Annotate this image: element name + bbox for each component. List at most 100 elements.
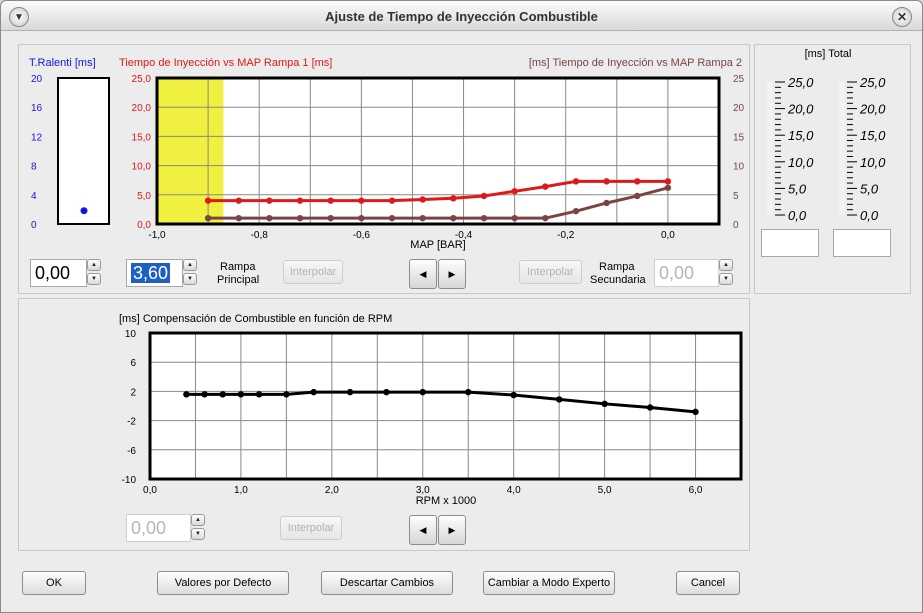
map-series-point-1[interactable] xyxy=(358,197,365,204)
map-series-point-2[interactable] xyxy=(634,192,641,200)
map-series-point-2[interactable] xyxy=(419,214,426,222)
interpolar-rpm-button[interactable]: Interpolar xyxy=(280,516,342,540)
map-series-point-1[interactable] xyxy=(450,195,457,202)
map-series-point-2[interactable] xyxy=(204,214,212,222)
map-y-right-tick: 5 xyxy=(733,191,739,202)
map-series-point-2[interactable] xyxy=(572,207,580,215)
map-series-point-2[interactable] xyxy=(266,214,273,222)
map-series-point-2[interactable] xyxy=(542,214,549,222)
map-series-point-1[interactable] xyxy=(603,178,610,185)
total-gauge-label: 20,0 xyxy=(859,102,886,117)
rampa-principal-spin-up[interactable]: ▲ xyxy=(183,259,197,271)
next-point-button-top[interactable]: ▶ xyxy=(438,259,466,289)
defaults-button[interactable]: Valores por Defecto xyxy=(157,571,289,595)
rpm-series-point[interactable] xyxy=(310,388,317,396)
map-series-point-2[interactable] xyxy=(296,214,304,222)
map-series-point-1[interactable] xyxy=(634,178,641,185)
rpm-series-point[interactable] xyxy=(465,388,472,396)
rpm-series-point[interactable] xyxy=(283,391,290,398)
rpm-x-tick: 1,0 xyxy=(234,485,248,496)
map-y-left-tick: 15,0 xyxy=(132,132,152,143)
map-series-point-1[interactable] xyxy=(511,188,518,195)
map-chart: T.Ralenti [ms] 20 16 12 8 4 0 Tiempo de Inyec… xyxy=(29,57,745,251)
map-series-point-1[interactable] xyxy=(388,197,396,204)
map-x-tick: 0,0 xyxy=(661,230,675,241)
rpm-series-point[interactable] xyxy=(201,391,208,398)
close-button[interactable]: ✕ xyxy=(892,7,912,27)
rpm-compensation-input[interactable]: 0,00 xyxy=(126,514,191,542)
rpm-chart-title: [ms] Compensación de Combustible en func… xyxy=(119,313,392,325)
rampa-secundaria-label-1: Rampa xyxy=(599,261,635,273)
rampa-secundaria-spin-up[interactable]: ▲ xyxy=(719,259,733,271)
rpm-panel: [ms] Compensación de Combustible en func… xyxy=(18,298,750,551)
map-series-point-2[interactable] xyxy=(511,214,518,222)
rpm-series-point[interactable] xyxy=(555,396,563,403)
rpm-series-point[interactable] xyxy=(237,391,245,398)
map-series-point-1[interactable] xyxy=(664,178,672,185)
rampa-principal-input[interactable]: 3,60 xyxy=(126,259,183,287)
ok-button[interactable]: OK xyxy=(22,571,86,595)
cancel-button[interactable]: Cancel xyxy=(676,571,740,595)
rpm-series-point[interactable] xyxy=(419,388,426,396)
rpm-series-point[interactable] xyxy=(219,391,226,398)
map-series-point-1[interactable] xyxy=(327,197,334,204)
ralenti-spin-up[interactable]: ▲ xyxy=(87,259,101,271)
map-series-point-1[interactable] xyxy=(572,178,580,185)
rpm-series-point[interactable] xyxy=(346,388,354,396)
rpm-spin-down[interactable]: ▼ xyxy=(191,528,205,540)
total-gauge-label: 0,0 xyxy=(860,208,879,223)
expert-mode-button[interactable]: Cambiar a Modo Experto xyxy=(483,571,615,595)
interpolar-rampa-1-button[interactable]: Interpolar xyxy=(283,260,343,284)
rpm-series-point[interactable] xyxy=(255,391,263,398)
rpm-y-tick: -2 xyxy=(127,417,136,428)
map-series-point-1[interactable] xyxy=(480,192,488,200)
map-series-point-2[interactable] xyxy=(388,214,396,222)
map-series-point-1[interactable] xyxy=(204,197,212,204)
map-series-point-2[interactable] xyxy=(480,214,488,222)
prev-point-button-top[interactable]: ◀ xyxy=(409,259,437,289)
map-series-point-1[interactable] xyxy=(296,197,304,204)
total-gauge-label: 20,0 xyxy=(787,102,814,117)
rpm-xlabel: RPM x 1000 xyxy=(416,495,477,507)
discard-button[interactable]: Descartar Cambios xyxy=(321,571,453,595)
rpm-series-point[interactable] xyxy=(646,404,654,411)
rpm-series-point[interactable] xyxy=(183,391,190,398)
rpm-y-tick: -10 xyxy=(122,475,137,486)
arrow-left-icon: ◀ xyxy=(419,269,427,279)
map-series-point-2[interactable] xyxy=(450,214,457,222)
prev-point-button-bottom[interactable]: ◀ xyxy=(409,515,437,545)
rampa-principal-value: 3,60 xyxy=(131,263,171,283)
map-series-point-1[interactable] xyxy=(235,197,242,204)
ralenti-tick-label: 16 xyxy=(31,103,43,114)
rpm-series-point[interactable] xyxy=(383,388,390,396)
interpolar-rampa-2-button[interactable]: Interpolar xyxy=(519,260,582,284)
next-point-button-bottom[interactable]: ▶ xyxy=(438,515,466,545)
map-series-point-2[interactable] xyxy=(664,184,672,191)
map-series-point-2[interactable] xyxy=(235,214,242,222)
total-panel: [ms] Total 25,0 20,0 15,0 10,0 5,0 0,0 25,0 20,… xyxy=(754,44,911,294)
rpm-spin-up[interactable]: ▲ xyxy=(191,514,205,526)
rpm-series-point[interactable] xyxy=(601,400,608,408)
rpm-compensation-value: 0,00 xyxy=(131,518,167,538)
map-xlabel: MAP [BAR] xyxy=(410,239,465,251)
rampa-secundaria-spin-down[interactable]: ▼ xyxy=(719,273,733,285)
map-series-point-1[interactable] xyxy=(542,183,549,190)
ralenti-spin-down[interactable]: ▼ xyxy=(87,273,101,285)
close-icon: ✕ xyxy=(896,10,908,24)
map-series-point-2[interactable] xyxy=(327,214,334,222)
ralenti-marker xyxy=(80,207,88,215)
rampa-principal-spin-down[interactable]: ▼ xyxy=(183,273,197,285)
map-series-point-2[interactable] xyxy=(358,214,365,222)
map-series-point-1[interactable] xyxy=(419,196,426,203)
map-series-point-2[interactable] xyxy=(603,199,610,207)
main-window: ▼ Ajuste de Tiempo de Inyección Combusti… xyxy=(0,0,923,613)
rampa-principal-label-1: Rampa xyxy=(220,261,256,273)
rpm-series-point[interactable] xyxy=(692,408,699,416)
map-series-point-1[interactable] xyxy=(266,197,273,204)
rampa-secundaria-value: 0,00 xyxy=(659,263,695,283)
rpm-series-point[interactable] xyxy=(510,391,517,399)
ralenti-input[interactable]: 0,00 xyxy=(30,259,87,287)
rampa-secundaria-input[interactable]: 0,00 xyxy=(654,259,719,287)
total-gauges: [ms] Total 25,0 20,0 15,0 10,0 5,0 0,0 25,0 20,… xyxy=(767,48,886,223)
map-y-right-tick: 15 xyxy=(733,132,745,143)
